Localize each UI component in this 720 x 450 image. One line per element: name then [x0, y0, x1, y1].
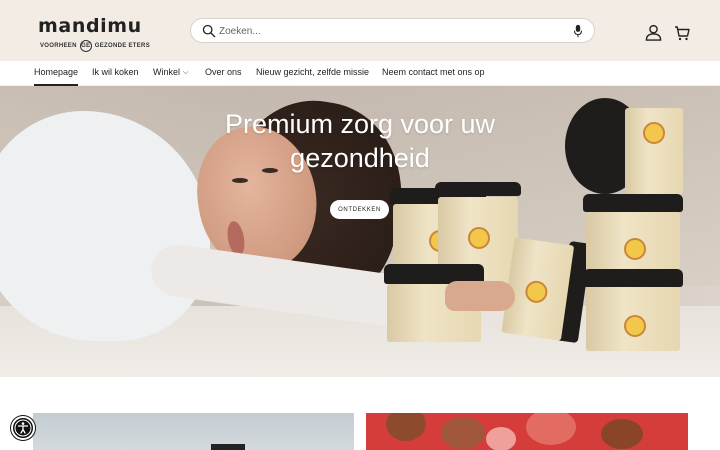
logo-badge-icon: GE — [79, 40, 92, 52]
hero-title: Premium zorg voor uw gezondheid — [0, 107, 720, 175]
hero-title-line-1: Premium zorg voor uw — [224, 109, 496, 139]
accessibility-icon — [14, 419, 32, 437]
cart-icon[interactable] — [674, 25, 690, 41]
featured-card-right[interactable] — [366, 413, 688, 450]
hero-banner: Premium zorg voor uw gezondheid ONTDEKKE… — [0, 86, 720, 377]
logo[interactable]: mandimu VOORHEEN GE GEZONDE ETERS — [38, 15, 150, 53]
nav-item-winkel-label: Winkel — [153, 67, 181, 77]
chevron-down-icon: ⌵ — [183, 69, 189, 76]
nav-item-ik-wil-koken[interactable]: Ik wil koken — [92, 67, 139, 86]
account-icon[interactable] — [645, 24, 662, 41]
featured-card-left[interactable] — [33, 413, 354, 450]
accessibility-button[interactable] — [11, 416, 35, 440]
nav-item-winkel[interactable]: Winkel ⌵ — [153, 67, 188, 86]
logo-tagline-suffix: GEZONDE ETERS — [94, 43, 150, 49]
main-navigation: Homepage Ik wil koken Winkel ⌵ Over ons N… — [0, 61, 720, 86]
search-bar[interactable] — [190, 18, 595, 43]
nav-item-homepage[interactable]: Homepage — [34, 67, 79, 86]
hero-person-eye — [232, 178, 248, 183]
logo-wordmark: mandimu — [38, 15, 142, 37]
product-jar — [583, 269, 683, 351]
nav-item-contact[interactable]: Neem contact met ons op — [382, 67, 485, 86]
site-header: mandimu VOORHEEN GE GEZONDE ETERS — [0, 0, 720, 61]
search-icon[interactable] — [202, 24, 216, 38]
microphone-icon[interactable] — [572, 24, 584, 38]
product-jar — [583, 194, 683, 274]
nav-item-over-ons[interactable]: Over ons — [205, 67, 242, 86]
food-image — [526, 413, 576, 445]
discover-button[interactable]: ONTDEKKEN — [330, 200, 389, 219]
featured-section — [0, 377, 720, 450]
food-image — [386, 413, 426, 441]
nav-item-nieuw-gezicht[interactable]: Nieuw gezicht, zelfde missie — [256, 67, 369, 86]
logo-tagline-prefix: VOORHEEN — [40, 43, 77, 49]
product-image — [211, 444, 245, 450]
hero-title-line-2: gezondheid — [290, 143, 430, 173]
hero-person-hand — [445, 281, 515, 311]
search-input[interactable] — [219, 22, 549, 40]
food-image — [441, 417, 485, 449]
food-image — [486, 427, 516, 450]
food-image — [601, 419, 643, 449]
logo-tagline: VOORHEEN GE GEZONDE ETERS — [40, 40, 150, 52]
